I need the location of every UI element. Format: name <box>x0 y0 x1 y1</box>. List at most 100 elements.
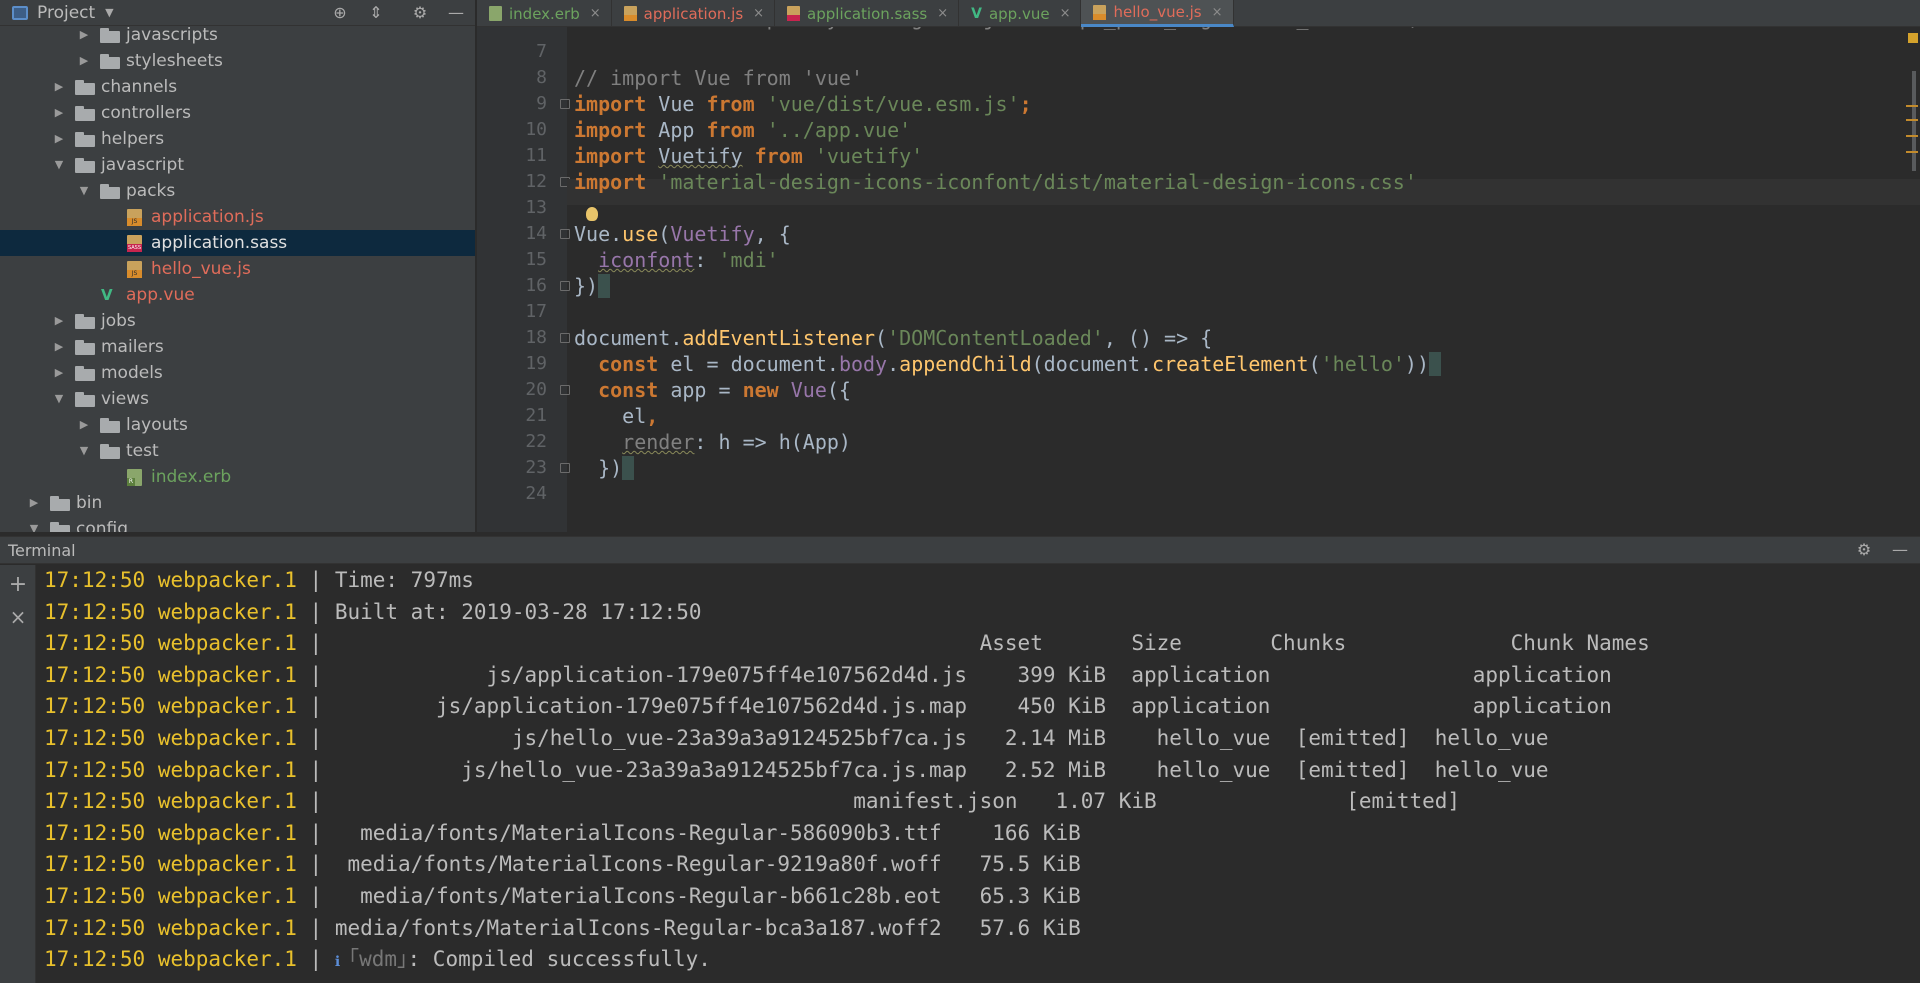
code-line[interactable]: const el = document.body.appendChild(doc… <box>574 351 1442 377</box>
minimize-icon[interactable]: — <box>446 3 466 23</box>
editor-tab[interactable]: application.sass × <box>775 0 960 27</box>
fold-marker-icon[interactable] <box>560 229 570 239</box>
tree-item[interactable]: ▶ stylesheets <box>0 48 475 74</box>
tree-item[interactable]: Vapp.vue <box>0 282 475 308</box>
minimize-icon[interactable]: — <box>1890 540 1910 560</box>
fold-marker-icon[interactable] <box>560 333 570 343</box>
tree-item[interactable]: application.js <box>0 204 475 230</box>
fold-marker-icon[interactable] <box>560 385 570 395</box>
chevron-down-icon[interactable]: ▼ <box>27 516 41 532</box>
warning-marker[interactable] <box>1908 33 1918 43</box>
tree-item[interactable]: hello_vue.js <box>0 256 475 282</box>
chevron-down-icon[interactable]: ▼ <box>77 438 91 464</box>
error-marker[interactable] <box>1906 135 1918 137</box>
log-process: webpacker.1 <box>157 599 297 624</box>
log-text: js/hello_vue-23a39a3a9124525bf7ca.js.map… <box>334 757 1549 782</box>
code-line[interactable]: el, <box>574 403 658 429</box>
editor-tab[interactable]: hello_vue.js × <box>1081 0 1234 27</box>
close-icon[interactable]: × <box>6 605 30 629</box>
chevron-down-icon[interactable]: ▼ <box>52 152 66 178</box>
code-line[interactable]: import 'material-design-icons-iconfont/d… <box>574 169 1417 195</box>
tree-item-label: models <box>101 363 163 383</box>
tree-item[interactable]: ▶ jobs <box>0 308 475 334</box>
editor-tab[interactable]: index.erb × <box>477 0 612 27</box>
code-line[interactable]: import Vue from 'vue/dist/vue.esm.js'; <box>574 91 1032 117</box>
collapse-all-icon[interactable]: ⇕ <box>366 3 386 23</box>
close-icon[interactable]: × <box>1060 6 1071 21</box>
code-line[interactable]: iconfont: 'mdi' <box>574 247 779 273</box>
code-line[interactable]: import Vuetify from 'vuetify' <box>574 143 923 169</box>
close-icon[interactable]: × <box>937 6 948 21</box>
code-line[interactable]: Vue.use(Vuetify, { <box>574 221 791 247</box>
error-marker[interactable] <box>1906 151 1918 153</box>
code-token: new <box>742 378 791 402</box>
fold-marker-icon[interactable] <box>560 281 570 291</box>
project-tool-window: ▶ javascripts ▶ stylesheets ▶ channels ▶ contro… <box>0 0 476 532</box>
chevron-right-icon[interactable]: ▶ <box>52 334 66 360</box>
editor-tab[interactable]: Vapp.vue × <box>959 0 1082 27</box>
chevron-right-icon[interactable]: ▶ <box>52 126 66 152</box>
chevron-down-icon[interactable]: ▼ <box>52 386 66 412</box>
folder-icon <box>75 366 95 381</box>
lightbulb-icon[interactable] <box>586 207 598 221</box>
tree-item[interactable]: ▶ bin <box>0 490 475 516</box>
code-line[interactable]: // Run this example by adding <%= javasc… <box>574 27 1453 31</box>
tree-item[interactable]: ▶ layouts <box>0 412 475 438</box>
fold-marker-icon[interactable] <box>560 99 570 109</box>
terminal-output[interactable]: 17:12:50 webpacker.1 | Time: 797ms 17:12:… <box>37 565 1920 983</box>
chevron-right-icon[interactable]: ▶ <box>77 412 91 438</box>
chevron-right-icon[interactable]: ▶ <box>52 308 66 334</box>
line-number: 20 <box>525 379 547 400</box>
tree-item[interactable]: ▶ helpers <box>0 126 475 152</box>
code-line[interactable]: document.addEventListener('DOMContentLoa… <box>574 325 1212 351</box>
line-number: 7 <box>536 41 547 62</box>
tree-item[interactable]: index.erb <box>0 464 475 490</box>
gear-icon[interactable]: ⚙ <box>410 3 430 23</box>
tree-item[interactable]: ▼ test <box>0 438 475 464</box>
tree-item[interactable]: ▼ config <box>0 516 475 532</box>
tree-item[interactable]: application.sass <box>0 230 475 256</box>
tree-item[interactable]: ▶ channels <box>0 74 475 100</box>
tree-item[interactable]: ▼ views <box>0 386 475 412</box>
log-timestamp: 17:12:50 <box>44 694 146 719</box>
log-text: js/application-179e075ff4e107562d4d.js 3… <box>334 662 1612 687</box>
scrollbar-markers[interactable] <box>1906 27 1920 532</box>
chevron-down-icon[interactable]: ▼ <box>105 6 113 19</box>
code-line[interactable]: }) <box>574 455 635 481</box>
code-line[interactable]: const app = new Vue({ <box>574 377 851 403</box>
project-title[interactable]: Project <box>37 3 95 23</box>
log-process: webpacker.1 <box>157 662 297 687</box>
chevron-down-icon[interactable]: ▼ <box>77 178 91 204</box>
tab-label: index.erb <box>509 4 580 23</box>
locate-icon[interactable]: ⊕ <box>330 3 350 23</box>
scrollbar-thumb[interactable] <box>1912 71 1916 171</box>
code-line[interactable]: import App from '../app.vue' <box>574 117 911 143</box>
chevron-right-icon[interactable]: ▶ <box>52 100 66 126</box>
code-line[interactable]: }) <box>574 273 611 299</box>
close-icon[interactable]: × <box>1212 5 1223 20</box>
code-editor[interactable]: 7 8 9 10 11 12 13 14 15 16 17 18 19 20 21 22 23 24 // Run… <box>477 27 1920 532</box>
line-number-gutter: 7 8 9 10 11 12 13 14 15 16 17 18 19 20 21 22 23 24 <box>477 27 570 532</box>
close-icon[interactable]: × <box>590 6 601 21</box>
new-session-icon[interactable]: + <box>6 573 30 597</box>
line-number: 17 <box>525 301 547 322</box>
editor-tab[interactable]: application.js × <box>612 0 776 27</box>
code-line[interactable]: render: h => h(App) <box>574 429 851 455</box>
tree-item[interactable]: ▶ controllers <box>0 100 475 126</box>
chevron-right-icon[interactable]: ▶ <box>52 74 66 100</box>
chevron-right-icon[interactable]: ▶ <box>77 48 91 74</box>
terminal-title[interactable]: Terminal <box>8 541 76 560</box>
tree-item[interactable]: ▶ models <box>0 360 475 386</box>
chevron-right-icon[interactable]: ▶ <box>52 360 66 386</box>
erb-file-icon <box>127 469 142 486</box>
code-line[interactable]: // import Vue from 'vue' <box>574 65 863 91</box>
tree-item[interactable]: ▼ javascript <box>0 152 475 178</box>
fold-marker-icon[interactable] <box>560 463 570 473</box>
gear-icon[interactable]: ⚙ <box>1854 540 1874 560</box>
chevron-right-icon[interactable]: ▶ <box>27 490 41 516</box>
tree-item[interactable]: ▶ mailers <box>0 334 475 360</box>
error-marker[interactable] <box>1906 119 1918 121</box>
tree-item[interactable]: ▼ packs <box>0 178 475 204</box>
close-icon[interactable]: × <box>753 6 764 21</box>
error-marker[interactable] <box>1906 105 1918 107</box>
